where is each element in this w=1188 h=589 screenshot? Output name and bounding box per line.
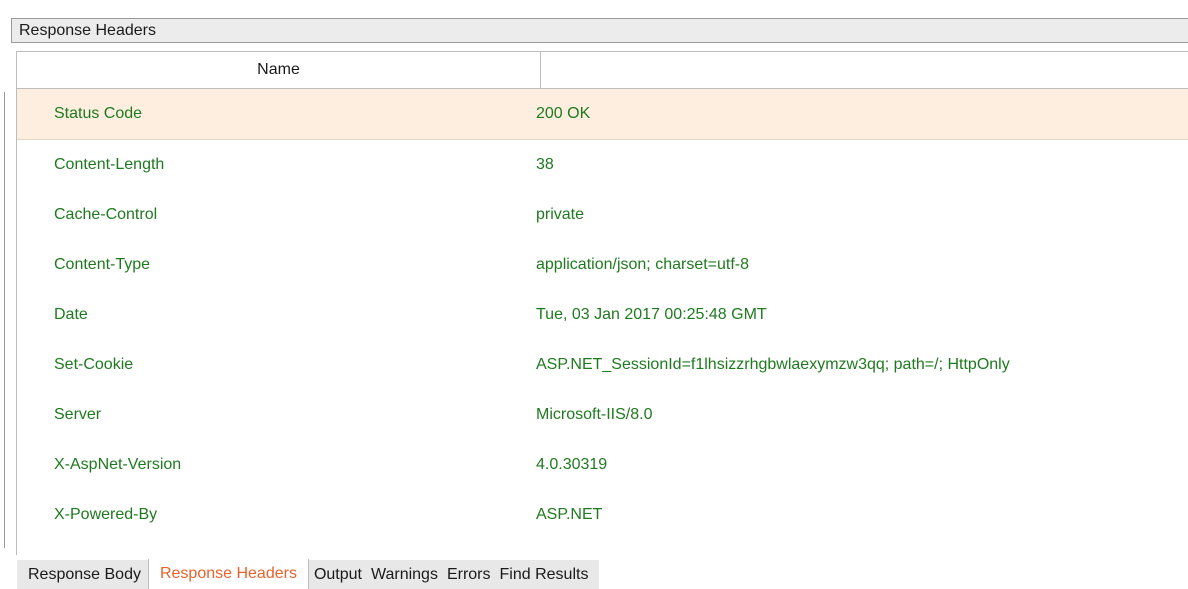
header-name-cell: X-AspNet-Version <box>54 456 182 473</box>
header-row-x-aspnet-version[interactable]: X-AspNet-Version 4.0.30319 <box>17 440 1188 490</box>
header-row-content-length[interactable]: Content-Length 38 <box>17 140 1188 190</box>
header-name-cell: Server <box>54 406 102 423</box>
header-name-cell: X-Powered-By <box>54 506 158 523</box>
header-row-cache-control[interactable]: Cache-Control private <box>17 190 1188 240</box>
tab-find-results[interactable]: Find Results <box>494 560 600 589</box>
header-value-cell: Microsoft-IIS/8.0 <box>536 406 653 423</box>
grid-header-row: Name <box>17 52 1188 89</box>
header-value-cell: ASP.NET_SessionId=f1lhsizzrhgbwlaexymzw3… <box>536 356 1010 373</box>
header-row-status-code[interactable]: Status Code 200 OK <box>17 89 1188 140</box>
header-row-content-type[interactable]: Content-Type application/json; charset=u… <box>17 240 1188 290</box>
tab-response-body[interactable]: Response Body <box>17 560 148 589</box>
header-value-cell: application/json; charset=utf-8 <box>536 256 750 273</box>
tab-warnings[interactable]: Warnings <box>365 560 442 589</box>
tab-errors[interactable]: Errors <box>441 560 495 589</box>
response-headers-panel: Response Headers Name Status Code 200 OK… <box>11 13 1188 555</box>
header-name-cell: Set-Cookie <box>54 356 134 373</box>
header-value-cell: Tue, 03 Jan 2017 00:25:48 GMT <box>536 306 767 323</box>
header-name-cell: Status Code <box>54 105 143 122</box>
tab-response-headers[interactable]: Response Headers <box>147 559 309 589</box>
window-left-edge <box>4 92 5 548</box>
header-name-cell: Date <box>54 306 88 323</box>
header-row-x-powered-by[interactable]: X-Powered-By ASP.NET <box>17 490 1188 540</box>
header-row-date[interactable]: Date Tue, 03 Jan 2017 00:25:48 GMT <box>17 290 1188 340</box>
bottom-tab-bar: Response Body Response Headers Output Wa… <box>17 559 600 589</box>
header-name-cell: Content-Type <box>54 256 151 273</box>
header-name-cell: Content-Length <box>54 156 165 173</box>
header-value-cell: 4.0.30319 <box>536 456 608 473</box>
panel-title: Response Headers <box>11 18 1188 43</box>
column-header-value[interactable] <box>541 52 1188 88</box>
header-value-cell: 200 OK <box>536 105 591 122</box>
header-name-cell: Cache-Control <box>54 206 158 223</box>
header-value-cell: ASP.NET <box>536 506 603 523</box>
header-value-cell: private <box>536 206 585 223</box>
column-header-name[interactable]: Name <box>17 52 541 88</box>
header-value-cell: 38 <box>536 156 554 173</box>
header-row-server[interactable]: Server Microsoft-IIS/8.0 <box>17 390 1188 440</box>
header-row-set-cookie[interactable]: Set-Cookie ASP.NET_SessionId=f1lhsizzrhg… <box>17 340 1188 390</box>
headers-grid: Name Status Code 200 OK Content-Length 3… <box>16 51 1188 555</box>
tab-output[interactable]: Output <box>308 560 366 589</box>
